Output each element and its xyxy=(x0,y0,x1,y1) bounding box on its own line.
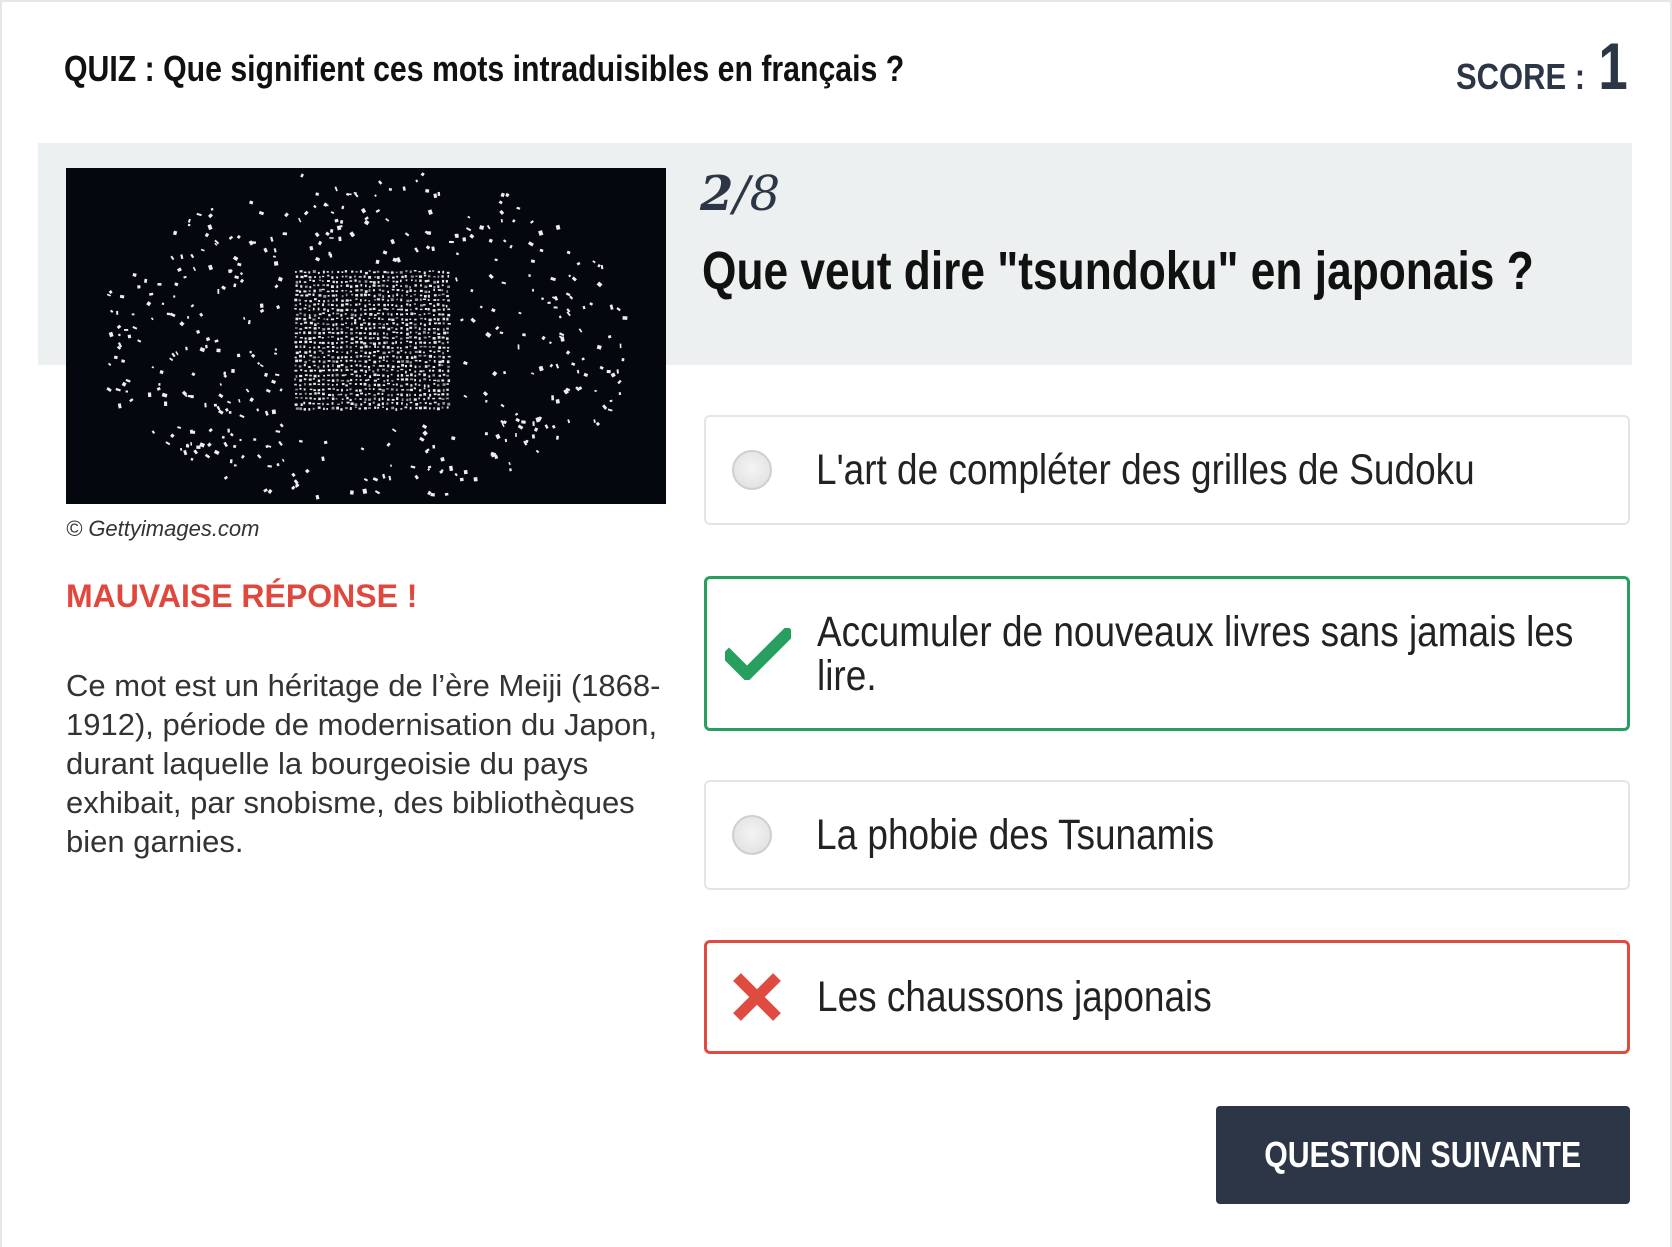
next-question-button[interactable]: QUESTION SUIVANTE xyxy=(1216,1106,1630,1204)
answer-option-1[interactable]: L'art de compléter des grilles de Sudoku xyxy=(704,415,1630,525)
question-image xyxy=(66,168,666,504)
quiz-title: QUIZ : Que signifient ces mots intraduis… xyxy=(64,48,905,89)
image-credit: © Gettyimages.com xyxy=(66,516,260,541)
answer-label: La phobie des Tsunamis xyxy=(816,811,1215,859)
answer-label: Les chaussons japonais xyxy=(817,973,1212,1021)
score-display: SCORE : 1 xyxy=(1435,28,1628,104)
radio-button[interactable] xyxy=(732,815,772,855)
answer-label: Accumuler de nouveaux livres sans jamais… xyxy=(817,607,1574,700)
answer-option-2[interactable]: Accumuler de nouveaux livres sans jamais… xyxy=(704,576,1630,731)
score-value: 1 xyxy=(1598,29,1628,103)
answer-option-3[interactable]: La phobie des Tsunamis xyxy=(704,780,1630,890)
radio-button[interactable] xyxy=(732,450,772,490)
checkmark-icon xyxy=(725,627,791,680)
feedback-result: MAUVAISE RÉPONSE ! xyxy=(66,578,418,614)
answer-label: L'art de compléter des grilles de Sudoku xyxy=(816,446,1475,494)
feedback-explanation: Ce mot est un héritage de l’ère Meiji (1… xyxy=(66,668,661,859)
question-text: Que veut dire "tsundoku" en japonais ? xyxy=(702,241,1534,301)
answer-option-4[interactable]: Les chaussons japonais xyxy=(704,940,1630,1054)
score-label: SCORE : xyxy=(1456,56,1586,97)
question-counter: 2/8 xyxy=(700,166,780,222)
question-current: 2 xyxy=(700,166,734,222)
cross-icon xyxy=(733,973,781,1021)
question-total: /8 xyxy=(733,166,781,222)
books-scatter-illustration xyxy=(66,168,666,504)
